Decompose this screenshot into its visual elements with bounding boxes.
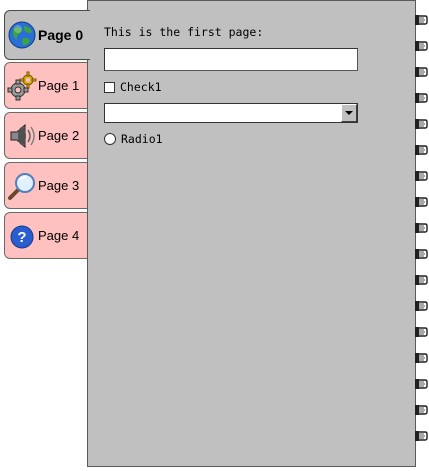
tab-label: Page 4 (38, 228, 80, 243)
spiral-ring (415, 171, 428, 181)
radio-circle[interactable] (104, 133, 116, 145)
spiral-ring (415, 431, 428, 441)
svg-text:?: ? (17, 229, 26, 246)
tab-page-1[interactable]: Page 1 (4, 62, 88, 109)
tab-label: Page 0 (38, 27, 84, 43)
tab-page-4[interactable]: ? Page 4 (4, 212, 88, 259)
check1-checkbox[interactable]: Check1 (104, 80, 162, 94)
tab-label: Page 2 (38, 128, 80, 143)
tab-page-2[interactable]: Page 2 (4, 112, 88, 159)
radio-label: Radio1 (121, 132, 163, 146)
gears-icon (7, 71, 37, 100)
spiral-ring (415, 249, 428, 259)
spiral-ring (415, 275, 428, 285)
magnifier-icon (8, 172, 35, 200)
spiral-ring (415, 301, 428, 311)
combo-dropdown-button[interactable] (341, 104, 357, 122)
text-input[interactable] (104, 48, 358, 71)
checkbox-box[interactable] (104, 81, 115, 93)
combo-box[interactable] (104, 103, 358, 123)
spiral-ring (415, 67, 428, 77)
spiral-ring (415, 223, 428, 233)
checkbox-label: Check1 (120, 80, 162, 94)
spiral-binding (414, 0, 429, 471)
tab-page-3[interactable]: Page 3 (4, 162, 88, 209)
chevron-down-icon (345, 110, 353, 115)
spiral-ring (415, 197, 428, 207)
speaker-icon (10, 123, 35, 148)
tab-label: Page 3 (38, 178, 80, 193)
spiral-ring (415, 145, 428, 155)
spiral-ring (415, 405, 428, 415)
spiral-ring (415, 15, 428, 25)
page-heading: This is the first page: (104, 25, 264, 39)
tab-label: Page 1 (38, 78, 80, 93)
globe-icon (8, 21, 36, 49)
radio1-radio[interactable]: Radio1 (104, 132, 163, 146)
spiral-ring (415, 119, 428, 129)
spiral-ring (415, 41, 428, 51)
spiral-ring (415, 353, 428, 363)
spiral-ring (415, 379, 428, 389)
spiral-ring (415, 93, 428, 103)
tab-page-0[interactable]: Page 0 (4, 10, 90, 60)
spiral-ring (415, 327, 428, 337)
help-icon: ? (10, 225, 34, 248)
